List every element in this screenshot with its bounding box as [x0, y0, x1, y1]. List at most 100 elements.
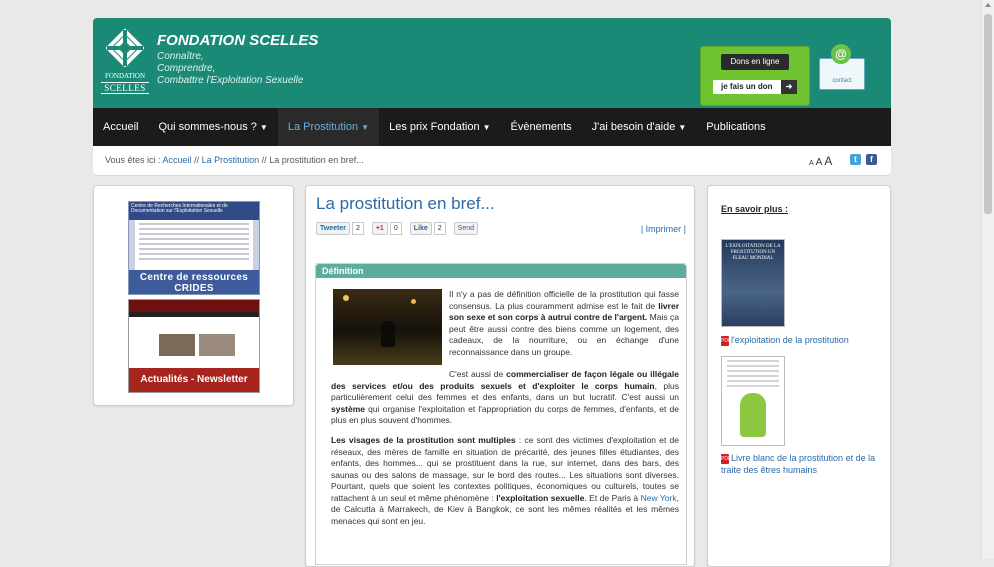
paragraph-2: C'est aussi de commercialiser de façon l…: [331, 369, 679, 427]
article-title: La prostitution en bref...: [316, 194, 495, 213]
breadcrumb-current: La prostitution en bref...: [269, 155, 364, 165]
breadcrumb-section-link[interactable]: La Prostitution: [202, 155, 260, 165]
facebook-like-button[interactable]: Like: [409, 222, 432, 235]
text-run: qui organise l'exploitation et l'appropr…: [331, 403, 679, 426]
donate-button-label: je fais un don: [721, 82, 773, 91]
scrollbar-thumb[interactable]: [984, 14, 992, 214]
newsletter-banner[interactable]: Actualités - Newsletter: [128, 299, 260, 393]
text-bold: l'exploitation sexuelle: [496, 492, 585, 503]
facebook-like-count: 2: [433, 222, 446, 235]
section-title: Définition: [316, 264, 686, 278]
breadcrumb-prefix: Vous êtes ici :: [105, 155, 161, 165]
nav-item-besoin-aide[interactable]: J'ai besoin d'aide ▼: [582, 108, 697, 146]
twitter-icon[interactable]: t: [850, 154, 861, 165]
breadcrumb-home-link[interactable]: Accueil: [163, 155, 192, 165]
chevron-down-icon: ▼: [259, 123, 268, 132]
link-livre-blanc[interactable]: PDFLivre blanc de la prostitution et de …: [721, 452, 881, 476]
nav-item-accueil[interactable]: Accueil: [93, 108, 148, 146]
pdf-icon: PDF: [721, 453, 731, 464]
nav-item-evenements[interactable]: Évènements: [501, 108, 582, 146]
paragraph-1: Il n'y a pas de définition officielle de…: [449, 289, 679, 358]
tagline-line: Connaître,: [157, 51, 204, 62]
nav-item-publications[interactable]: Publications: [696, 108, 775, 146]
chevron-down-icon: ▼: [361, 123, 370, 132]
font-size-large-button[interactable]: A: [824, 154, 832, 168]
tweet-count: 2: [351, 222, 364, 235]
donate-button[interactable]: je fais un don ➜: [713, 80, 797, 94]
link-exploitation-prostitution[interactable]: PDFl'exploitation de la prostitution: [721, 334, 881, 346]
crides-caption: Centre de ressources CRIDES: [129, 270, 259, 294]
main-nav: Accueil Qui sommes-nous ? ▼ La Prostituti…: [93, 108, 891, 146]
logo-knot-icon: [106, 29, 144, 67]
font-size-medium-button[interactable]: A: [816, 157, 823, 168]
text-bold: Les visages de la prostitution sont mult…: [331, 435, 516, 445]
nav-item-qui-sommes-nous[interactable]: Qui sommes-nous ? ▼: [148, 108, 277, 146]
nav-label: Accueil: [103, 121, 139, 133]
nav-label: Évènements: [510, 121, 572, 133]
nav-item-la-prostitution[interactable]: La Prostitution ▼: [277, 108, 380, 146]
book-cover-exploitation[interactable]: L'EXPLOITATION DE LA PROSTITUTION UN FLE…: [721, 239, 785, 327]
newsletter-top-bar: [129, 300, 259, 312]
logo-text-scelles: SCELLES: [101, 82, 149, 94]
link-label: Livre blanc de la prostitution et de la …: [721, 453, 876, 475]
nav-label: J'ai besoin d'aide: [591, 121, 676, 133]
crides-screenshot: [135, 220, 253, 272]
site-header: FONDATION SCELLES FONDATION SCELLES Conn…: [93, 18, 891, 108]
chevron-down-icon: ▼: [482, 123, 491, 132]
font-size-small-button[interactable]: A: [809, 160, 814, 167]
site-logo[interactable]: FONDATION SCELLES: [101, 26, 149, 100]
chevron-down-icon: ▼: [678, 123, 687, 132]
breadcrumb: Vous êtes ici : Accueil // La Prostituti…: [105, 155, 364, 165]
font-size-controls: AAA: [809, 154, 834, 168]
text-run: Il n'y a pas de définition officielle de…: [449, 289, 679, 311]
at-sign-icon: @: [831, 44, 851, 64]
facebook-send-button[interactable]: Send: [453, 222, 479, 235]
newsletter-photo: [159, 334, 195, 356]
book-cover-figure: [740, 393, 766, 437]
donate-banner[interactable]: Dons en ligne je fais un don ➜: [700, 46, 810, 106]
nav-label: Qui sommes-nous ?: [158, 121, 257, 133]
tweet-button[interactable]: Tweeter: [316, 222, 350, 235]
article-photo: [333, 289, 442, 365]
logo-text-fondation: FONDATION: [104, 72, 146, 80]
right-sidebar-title: En savoir plus :: [721, 204, 789, 214]
nav-label: Publications: [706, 121, 766, 133]
page-scrollbar[interactable]: [981, 0, 994, 559]
contact-button[interactable]: @ contact: [819, 44, 865, 92]
right-sidebar: En savoir plus : L'EXPLOITATION DE LA PR…: [707, 185, 891, 567]
left-sidebar: Centre de Recherches Internationales et …: [93, 185, 294, 406]
nav-item-prix-fondation[interactable]: Les prix Fondation ▼: [379, 108, 500, 146]
contact-label: contact: [832, 78, 852, 84]
nav-label: La Prostitution: [287, 121, 359, 133]
facebook-icon[interactable]: f: [866, 154, 877, 165]
definition-section: Définition Il n'y a pas de définition of…: [315, 263, 687, 565]
scroll-up-arrow-icon[interactable]: [985, 3, 991, 7]
share-bar: Tweeter 2 +1 0 Like 2 Send: [316, 222, 480, 235]
book-cover-title: L'EXPLOITATION DE LA PROSTITUTION UN FLE…: [725, 244, 781, 261]
breadcrumb-separator: //: [261, 155, 267, 165]
new-york-link[interactable]: New York: [641, 493, 677, 503]
newsletter-caption: Actualités - Newsletter: [129, 368, 259, 392]
crides-banner[interactable]: Centre de Recherches Internationales et …: [128, 201, 260, 295]
pdf-icon: PDF: [721, 335, 731, 346]
print-link[interactable]: | Imprimer |: [641, 224, 686, 234]
breadcrumb-separator: //: [194, 155, 200, 165]
site-title: FONDATION SCELLES: [157, 32, 319, 49]
link-label: l'exploitation de la prostitution: [731, 335, 849, 345]
main-content: La prostitution en bref... Tweeter 2 +1 0 …: [305, 185, 695, 567]
google-plus-count: 0: [389, 222, 402, 235]
page-wrapper: FONDATION SCELLES FONDATION SCELLES Conn…: [93, 18, 891, 176]
tagline-line: Comprendre,: [157, 63, 216, 74]
nav-label: Les prix Fondation: [389, 121, 480, 133]
newsletter-menu-bar: [129, 312, 259, 317]
text-run: C'est aussi de: [449, 369, 507, 379]
arrow-right-icon: ➜: [781, 80, 797, 94]
tagline-line: Combattre l'Exploitation Sexuelle: [157, 75, 304, 86]
newsletter-photo: [199, 334, 235, 356]
book-cover-livre-blanc[interactable]: [721, 356, 785, 446]
text-bold: système: [331, 403, 366, 414]
google-plus-button[interactable]: +1: [371, 222, 388, 235]
text-run: . Et de Paris à: [584, 492, 641, 503]
donate-online-label: Dons en ligne: [721, 54, 789, 70]
crides-header-text: Centre de Recherches Internationales et …: [129, 202, 259, 220]
